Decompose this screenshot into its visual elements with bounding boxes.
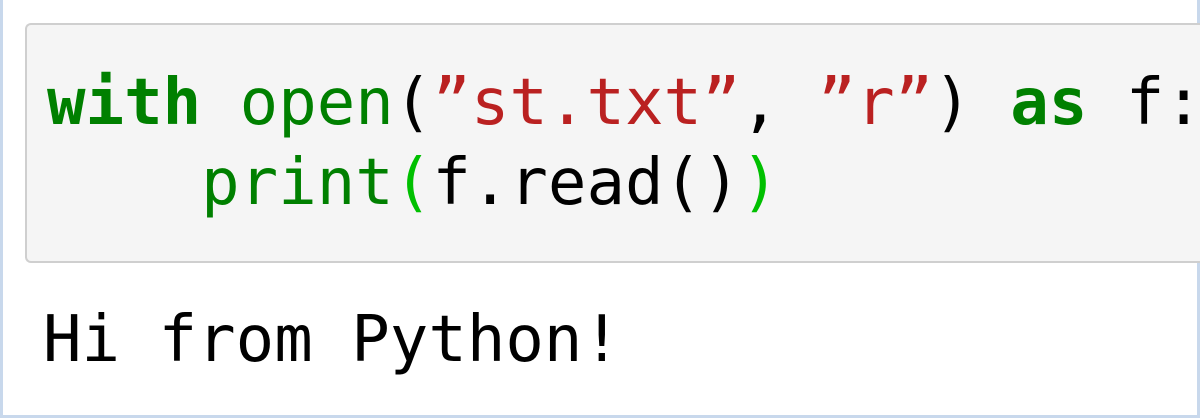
variable-f: f: [1087,66,1200,140]
paren-open: ( [393,146,433,220]
paren-close: ) [933,66,972,140]
paren-close: ) [740,146,780,220]
builtin-print: print [201,146,394,220]
cell-output: Hi from Python! [43,303,621,377]
keyword-as: as [1010,66,1088,140]
code-line-1: with open(”st.txt”, ”r”) as f: [47,63,1200,143]
keyword-with: with [47,66,202,140]
builtin-open: open [239,66,394,140]
paren-open: ( [393,66,433,140]
string-mode: ”r” [817,66,934,140]
string-filename: ”st.txt” [432,66,741,140]
code-input-area[interactable]: with open(”st.txt”, ”r”) as f: print(f.r… [25,23,1200,263]
code-editor[interactable]: with open(”st.txt”, ”r”) as f: print(f.r… [47,63,1200,223]
call-f-read: f.read() [432,146,741,220]
code-line-2: print(f.read()) [47,143,1200,223]
notebook-cell: with open(”st.txt”, ”r”) as f: print(f.r… [0,0,1200,418]
comma: , [740,66,818,140]
